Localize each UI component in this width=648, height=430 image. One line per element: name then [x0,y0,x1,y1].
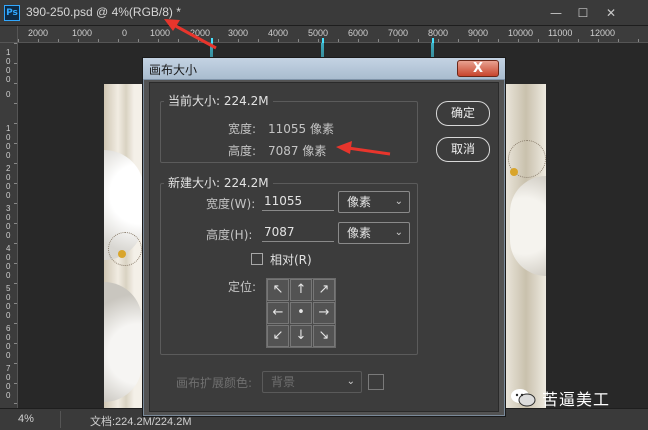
flower-artwork [118,250,126,258]
current-height-label: 高度: [228,144,257,158]
relative-checkbox[interactable] [251,253,263,265]
extension-color-label: 画布扩展颜色: [176,376,253,390]
anchor-left-arrow-icon[interactable]: ← [267,302,289,324]
extension-color-swatch[interactable] [368,374,384,390]
chevron-down-icon: ⌄ [394,196,403,207]
sphere-artwork [104,282,142,402]
maximize-button[interactable]: ☐ [572,4,594,22]
ruler-tick-label: 2000 [6,164,11,200]
ruler-tick-label: 8000 [428,28,449,38]
dialog-body: 当前大小: 224.2M 宽度: 11055 像素 高度: 7087 像素 新建… [149,82,499,412]
ruler-tick-label: 7000 [6,364,11,400]
width-unit-value: 像素 [347,195,372,209]
dialog-titlebar[interactable]: 画布大小 X [143,58,505,80]
ruler-tick-label: 2000 [28,28,49,38]
annotation-arrow-icon [336,141,391,156]
height-input[interactable]: 7087 [262,223,334,242]
ruler-tick-label: 4000 [268,28,289,38]
extension-color-value: 背景 [271,375,296,389]
ruler-tick-label: 1000 [72,28,93,38]
height-unit-select[interactable]: 像素 ⌄ [338,222,410,244]
ruler-tick-label: 6000 [6,324,11,360]
width-unit-select[interactable]: 像素 ⌄ [338,191,410,213]
zoom-level[interactable]: 4% [18,413,34,425]
width-input[interactable]: 11055 [262,192,334,211]
document-title: 390-250.psd @ 4%(RGB/8) * [26,5,181,19]
ruler-tick-label: 3000 [228,28,249,38]
canvas-size-dialog: 画布大小 X 当前大小: 224.2M 宽度: 11055 像素 高度: 708… [142,57,506,417]
ruler-tick-label: 5000 [6,284,11,320]
new-width-label: 宽度(W): [206,197,256,211]
flower-artwork [510,168,518,176]
anchor-bottom-arrow-icon[interactable]: ↓ [290,325,312,347]
ruler-tick-label: 7000 [388,28,409,38]
dandelion-artwork [108,232,142,266]
ruler-tick-label: 1000 [6,48,11,84]
height-unit-value: 像素 [347,226,372,240]
cancel-button[interactable]: 取消 [436,137,490,162]
anchor-bottom-left-arrow-icon[interactable]: ↙ [267,325,289,347]
chevron-down-icon: ⌄ [394,227,403,238]
current-width-label: 宽度: [228,122,257,136]
current-height-value: 7087 像素 [268,144,327,158]
dialog-close-button[interactable]: X [457,60,499,77]
anchor-top-arrow-icon[interactable]: ↑ [290,279,312,301]
wechat-icon [511,389,536,407]
ruler-tick-label: 1000 [6,124,11,160]
extension-color-select[interactable]: 背景 ⌄ [262,371,362,393]
ruler-tick-label: 9000 [468,28,489,38]
anchor-grid: ↖ ↑ ↗ ← • → ↙ ↓ ↘ [266,278,336,348]
ruler-tick-label: 4000 [6,244,11,280]
relative-label[interactable]: 相对(R) [270,251,312,268]
ruler-tick-label: 0 [122,28,128,38]
chevron-down-icon: ⌄ [346,376,355,387]
anchor-right-arrow-icon[interactable]: → [313,302,335,324]
ruler-origin-corner[interactable] [0,26,18,43]
ruler-tick-label: 0 [6,90,11,99]
status-divider [60,411,61,428]
document-titlebar: Ps 390-250.psd @ 4%(RGB/8) * — ☐ ✕ [0,0,648,26]
close-window-button[interactable]: ✕ [600,4,622,22]
anchor-bottom-right-arrow-icon[interactable]: ↘ [313,325,335,347]
minimize-button[interactable]: — [545,4,567,22]
ruler-tick-label: 11000 [548,28,573,38]
watermark-text: 苦逼美工 [542,390,611,409]
new-size-legend: 新建大小: 224.2M [164,174,273,191]
ok-button[interactable]: 确定 [436,101,490,126]
annotation-arrow-icon [164,19,217,50]
current-width-value: 11055 像素 [268,122,334,136]
ruler-tick-label: 10000 [508,28,534,38]
ruler-tick-label: 3000 [6,204,11,240]
dialog-title: 画布大小 [149,63,198,77]
photoshop-app-icon: Ps [4,5,20,21]
new-height-label: 高度(H): [206,228,253,242]
anchor-center-dot-icon[interactable]: • [290,302,312,324]
ruler-tick-label: 12000 [590,28,616,38]
ruler-tick-label: 6000 [348,28,369,38]
anchor-top-left-arrow-icon[interactable]: ↖ [267,279,289,301]
anchor-top-right-arrow-icon[interactable]: ↗ [313,279,335,301]
current-size-legend: 当前大小: 224.2M [164,92,273,109]
ruler-tick-label: 5000 [308,28,329,38]
anchor-label: 定位: [228,280,257,294]
